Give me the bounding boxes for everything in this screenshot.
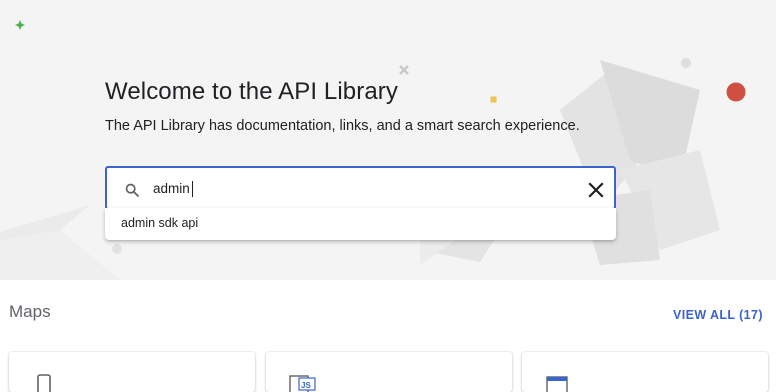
- section-title: Maps: [9, 302, 51, 321]
- api-card[interactable]: JS: [266, 352, 512, 392]
- view-all-link[interactable]: VIEW ALL (17): [673, 308, 763, 322]
- close-icon[interactable]: [585, 179, 607, 201]
- text-cursor: [192, 181, 193, 197]
- autocomplete-dropdown: admin sdk api: [105, 208, 616, 240]
- page-subtitle: The API Library has documentation, links…: [105, 118, 580, 134]
- api-card[interactable]: [522, 352, 768, 392]
- cross-decoration: [399, 65, 409, 75]
- suggestion-item[interactable]: admin sdk api: [121, 216, 198, 230]
- js-api-icon: JS: [289, 375, 316, 392]
- search-icon: [125, 183, 139, 197]
- api-card[interactable]: [9, 352, 255, 392]
- grey-dot-decoration: [112, 244, 122, 254]
- grey-dot-decoration: [681, 58, 691, 68]
- search-box[interactable]: [105, 166, 616, 210]
- phone-icon: [37, 374, 51, 392]
- square-decoration: [490, 96, 497, 103]
- browser-icon: [546, 376, 568, 392]
- page-title: Welcome to the API Library: [105, 78, 398, 105]
- sparkle-decoration: [15, 20, 25, 30]
- search-input[interactable]: [153, 176, 573, 200]
- red-dot-decoration: [726, 82, 746, 102]
